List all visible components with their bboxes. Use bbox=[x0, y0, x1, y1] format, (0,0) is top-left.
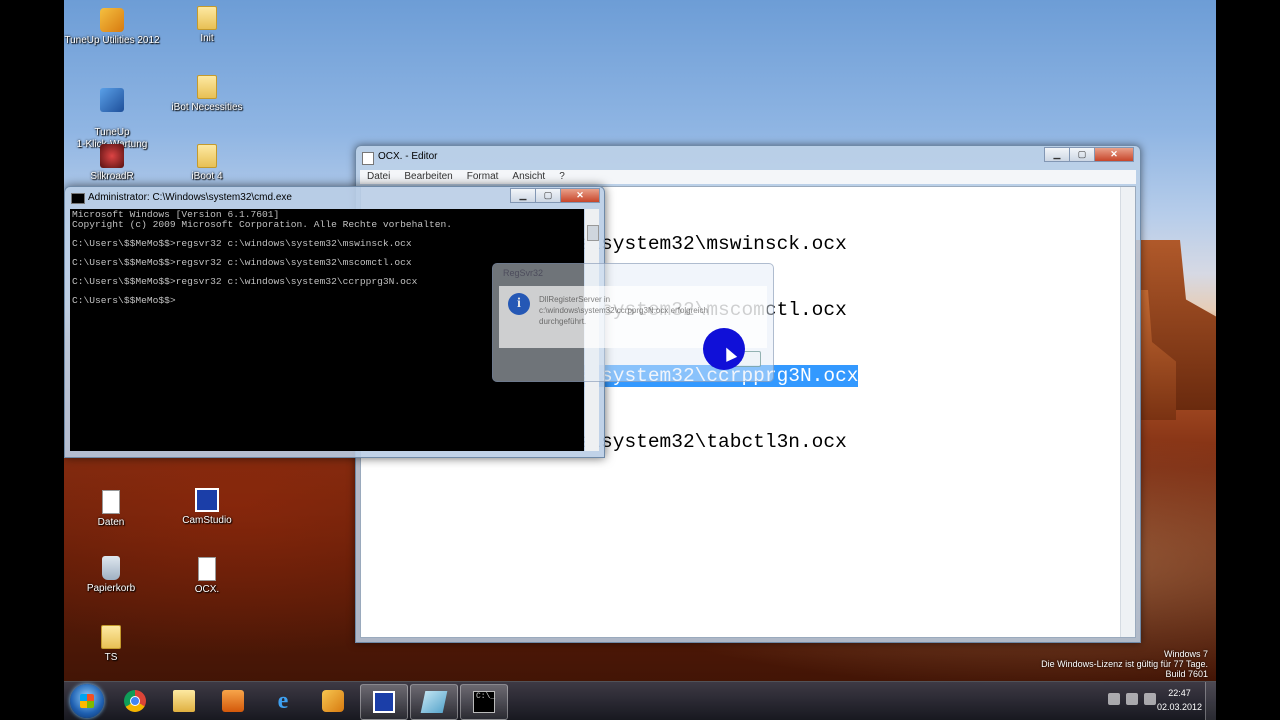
minimize-button[interactable]: ▁ bbox=[1044, 147, 1070, 162]
watermark-line-2: Die Windows-Lizenz ist gültig für 77 Tag… bbox=[1041, 659, 1208, 669]
menu-datei[interactable]: Datei bbox=[360, 170, 397, 184]
desktop-icon-label: iBoot 4 bbox=[191, 171, 223, 182]
notepad-title: OCX. - Editor bbox=[378, 151, 438, 162]
desktop-icon-ibot-necessities[interactable]: iBot Necessities bbox=[157, 75, 257, 114]
system-tray bbox=[1108, 693, 1156, 705]
desktop-icon-daten[interactable]: Daten bbox=[64, 490, 161, 529]
desktop-icon-label: OCX. bbox=[194, 584, 220, 595]
tuneup-icon bbox=[100, 8, 124, 32]
desktop-icon-label: TS bbox=[104, 652, 118, 663]
close-button[interactable]: ✕ bbox=[1094, 147, 1134, 162]
notepad-menubar: Datei Bearbeiten Format Ansicht ? bbox=[360, 170, 1136, 184]
recycle-bin-icon bbox=[102, 556, 120, 580]
desktop-icon-label: SilkroadR bbox=[90, 171, 134, 182]
taskbar-cmd[interactable]: C:\_ bbox=[460, 684, 508, 720]
dialog-message: DllRegisterServer in c:\windows\system32… bbox=[539, 295, 708, 326]
minimize-button[interactable]: ▁ bbox=[510, 188, 536, 203]
volume-icon[interactable] bbox=[1144, 693, 1156, 705]
tray-arrow-icon[interactable] bbox=[1108, 693, 1120, 705]
notepad-scrollbar[interactable] bbox=[1120, 187, 1135, 637]
menu-help[interactable]: ? bbox=[552, 170, 572, 184]
clock-time: 22:47 bbox=[1168, 688, 1191, 698]
folder-icon bbox=[197, 6, 217, 30]
tuneup-icon bbox=[322, 690, 344, 712]
close-button[interactable]: ✕ bbox=[560, 188, 600, 203]
desktop-icon-init[interactable]: Init bbox=[157, 6, 257, 45]
desktop-icon-label: TuneUp Utilities 2012 bbox=[64, 35, 160, 46]
explorer-folder-icon bbox=[173, 690, 195, 712]
notepad-window-controls: ▁ ▢ ✕ bbox=[1044, 147, 1134, 162]
media-player-icon bbox=[222, 690, 244, 712]
start-button[interactable] bbox=[70, 684, 104, 718]
cmd-window-controls: ▁ ▢ ✕ bbox=[510, 188, 600, 203]
desktop-icon-label: Init bbox=[200, 33, 214, 44]
notepad-icon bbox=[362, 152, 374, 165]
desktop-icon-papierkorb[interactable]: Papierkorb bbox=[64, 556, 161, 595]
letterbox-right bbox=[1216, 0, 1280, 720]
desktop-icon-ocx[interactable]: OCX. bbox=[157, 557, 257, 596]
info-icon: i bbox=[508, 293, 530, 315]
desktop-icon-tuneup[interactable]: TuneUp Utilities 2012 bbox=[64, 8, 162, 47]
windows-watermark: Windows 7 Die Windows-Lizenz ist gültig … bbox=[1041, 649, 1208, 679]
dialog-title: RegSvr32 bbox=[503, 268, 544, 278]
cmd-icon bbox=[71, 193, 85, 204]
show-desktop-button[interactable] bbox=[1205, 682, 1216, 720]
cmd-icon: C:\_ bbox=[473, 691, 495, 713]
internet-explorer-icon: e bbox=[277, 688, 289, 714]
menu-format[interactable]: Format bbox=[460, 170, 506, 184]
watermark-line-1: Windows 7 bbox=[1163, 649, 1208, 659]
taskbar-chrome[interactable] bbox=[112, 684, 158, 718]
taskbar-tuneup[interactable] bbox=[310, 684, 356, 718]
cmd-output: Microsoft Windows [Version 6.1.7601] Cop… bbox=[72, 209, 452, 307]
letterbox-left bbox=[0, 0, 64, 720]
notepad-icon bbox=[420, 691, 448, 713]
taskbar: e C:\_ 22:47 02.03.2012 bbox=[64, 681, 1216, 720]
chrome-icon bbox=[124, 690, 146, 712]
silkroad-icon bbox=[100, 144, 124, 168]
clock[interactable]: 22:47 02.03.2012 bbox=[1157, 686, 1202, 714]
folder-icon bbox=[197, 144, 217, 168]
file-icon bbox=[102, 490, 120, 514]
desktop-icon-ts[interactable]: TS bbox=[64, 625, 161, 664]
taskbar-notepad[interactable] bbox=[410, 684, 458, 720]
desktop-icon-camstudio[interactable]: CamStudio bbox=[157, 488, 257, 527]
desktop-icon-label: iBot Necessities bbox=[171, 102, 243, 113]
taskbar-explorer[interactable] bbox=[161, 684, 207, 718]
desktop-icon-label: Daten bbox=[97, 517, 125, 528]
maximize-button[interactable]: ▢ bbox=[535, 188, 561, 203]
taskbar-media-player[interactable] bbox=[210, 684, 256, 718]
menu-bearbeiten[interactable]: Bearbeiten bbox=[397, 170, 459, 184]
desktop-icon-silkroad[interactable]: SilkroadR bbox=[64, 144, 162, 183]
windows-logo-icon bbox=[80, 694, 94, 708]
cmd-title: Administrator: C:\Windows\system32\cmd.e… bbox=[88, 192, 292, 203]
network-icon[interactable] bbox=[1126, 693, 1138, 705]
tuneup-wartung-icon bbox=[100, 88, 124, 112]
taskbar-camstudio[interactable] bbox=[360, 684, 408, 720]
taskbar-internet-explorer[interactable]: e bbox=[260, 684, 306, 718]
menu-ansicht[interactable]: Ansicht bbox=[505, 170, 552, 184]
maximize-button[interactable]: ▢ bbox=[1069, 147, 1095, 162]
desktop-icon-label: CamStudio bbox=[182, 515, 232, 526]
scroll-thumb[interactable] bbox=[587, 225, 599, 241]
desktop-icon-iboot[interactable]: iBoot 4 bbox=[157, 144, 257, 183]
folder-icon bbox=[101, 625, 121, 649]
camstudio-icon bbox=[373, 691, 395, 713]
desktop-icon-label: Papierkorb bbox=[86, 583, 136, 594]
clock-date: 02.03.2012 bbox=[1156, 702, 1202, 712]
file-icon bbox=[198, 557, 216, 581]
folder-icon bbox=[197, 75, 217, 99]
watermark-line-3: Build 7601 bbox=[1165, 669, 1208, 679]
camstudio-icon bbox=[195, 488, 219, 512]
